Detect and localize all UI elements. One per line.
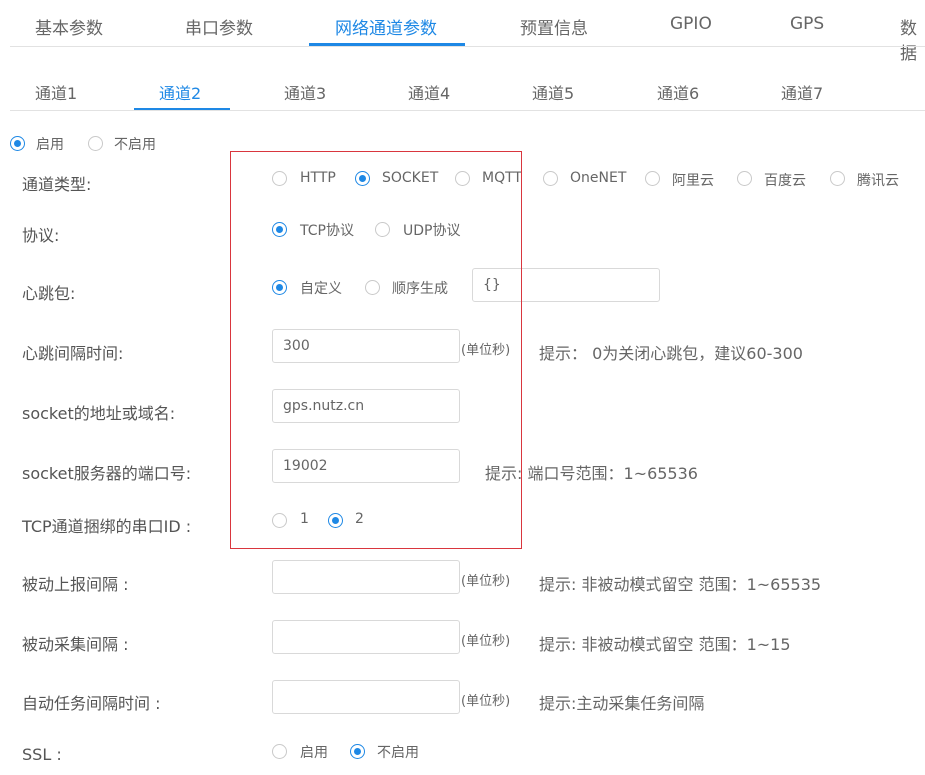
tab-data[interactable]: 数据 bbox=[900, 14, 925, 64]
heartbeat-interval-unit: (单位秒) bbox=[461, 343, 511, 358]
socket-host-label: socket的地址或域名: bbox=[22, 404, 176, 423]
channel-type-option: 阿里云 bbox=[672, 173, 714, 189]
top-tab-divider bbox=[10, 46, 925, 47]
passive-collect-unit: (单位秒) bbox=[461, 634, 511, 649]
channel-type-radio-socket[interactable] bbox=[355, 171, 370, 186]
channel-type-option: SOCKET bbox=[382, 170, 439, 186]
passive-collect-label: 被动采集间隔 : bbox=[22, 635, 129, 654]
auto-task-unit: (单位秒) bbox=[461, 694, 511, 709]
channel-type-option: OneNET bbox=[570, 170, 627, 186]
socket-port-input[interactable]: 19002 bbox=[272, 449, 460, 483]
enable-radio-on[interactable] bbox=[10, 136, 25, 151]
auto-task-hint: 提示:主动采集任务间隔 bbox=[539, 694, 705, 713]
tab-gpio[interactable]: GPIO bbox=[670, 14, 712, 34]
socket-host-input[interactable]: gps.nutz.cn bbox=[272, 389, 460, 423]
heartbeat-label: 心跳包: bbox=[22, 284, 76, 303]
heartbeat-content-input[interactable]: {} bbox=[472, 268, 660, 302]
passive-report-unit: (单位秒) bbox=[461, 574, 511, 589]
heartbeat-option: 自定义 bbox=[300, 281, 342, 297]
tab-basic-params[interactable]: 基本参数 bbox=[35, 14, 103, 39]
tab-gps[interactable]: GPS bbox=[790, 14, 824, 34]
tab-channel-1[interactable]: 通道1 bbox=[35, 80, 77, 104]
passive-report-hint: 提示: 非被动模式留空 范围：1~65535 bbox=[539, 575, 822, 594]
ssl-radio-off[interactable] bbox=[350, 744, 365, 759]
protocol-option: TCP协议 bbox=[300, 223, 354, 239]
channel-type-radio-aliyun[interactable] bbox=[645, 171, 660, 186]
ssl-radio-on[interactable] bbox=[272, 744, 287, 759]
channel-tab-divider bbox=[10, 110, 925, 111]
tab-preset-info[interactable]: 预置信息 bbox=[520, 14, 588, 39]
channel-type-option: MQTT bbox=[482, 170, 522, 186]
heartbeat-interval-hint: 提示： 0为关闭心跳包，建议60-300 bbox=[539, 344, 803, 363]
heartbeat-radio-sequence[interactable] bbox=[365, 280, 380, 295]
channel-type-label: 通道类型: bbox=[22, 175, 92, 194]
tcp-uart-id-option: 1 bbox=[300, 511, 309, 527]
tab-channel-7[interactable]: 通道7 bbox=[781, 80, 823, 104]
channel-type-radio-mqtt[interactable] bbox=[455, 171, 470, 186]
heartbeat-interval-input[interactable]: 300 bbox=[272, 329, 460, 363]
channel-type-option: 腾讯云 bbox=[857, 173, 899, 189]
protocol-label: 协议: bbox=[22, 226, 60, 245]
channel-type-option: 百度云 bbox=[764, 173, 806, 189]
channel-type-radio-baidu[interactable] bbox=[737, 171, 752, 186]
channel-type-radio-onenet[interactable] bbox=[543, 171, 558, 186]
passive-collect-hint: 提示: 非被动模式留空 范围：1~15 bbox=[539, 635, 791, 654]
ssl-label: SSL : bbox=[22, 745, 62, 764]
socket-port-label: socket服务器的端口号: bbox=[22, 464, 192, 483]
passive-report-label: 被动上报间隔 : bbox=[22, 575, 129, 594]
enable-off-label: 不启用 bbox=[114, 137, 156, 153]
active-channel-indicator bbox=[134, 108, 230, 110]
socket-port-hint: 提示: 端口号范围：1~65536 bbox=[485, 464, 698, 483]
channel-type-option: HTTP bbox=[300, 170, 336, 186]
tab-network-channel-params[interactable]: 网络通道参数 bbox=[335, 14, 437, 39]
heartbeat-radio-custom[interactable] bbox=[272, 280, 287, 295]
passive-report-input[interactable] bbox=[272, 560, 460, 594]
protocol-option: UDP协议 bbox=[403, 223, 461, 239]
tcp-uart-id-radio-1[interactable] bbox=[272, 513, 287, 528]
heartbeat-interval-label: 心跳间隔时间: bbox=[22, 344, 124, 363]
tab-serial-params[interactable]: 串口参数 bbox=[185, 14, 253, 39]
auto-task-input[interactable] bbox=[272, 680, 460, 714]
channel-type-radio-http[interactable] bbox=[272, 171, 287, 186]
active-tab-indicator bbox=[309, 43, 465, 46]
tcp-uart-id-radio-2[interactable] bbox=[328, 513, 343, 528]
enable-radio-off[interactable] bbox=[88, 136, 103, 151]
tab-channel-5[interactable]: 通道5 bbox=[532, 80, 574, 104]
ssl-option: 不启用 bbox=[377, 745, 419, 761]
auto-task-label: 自动任务间隔时间 : bbox=[22, 694, 161, 713]
tcp-uart-id-label: TCP通道捆绑的串口ID : bbox=[22, 517, 192, 536]
passive-collect-input[interactable] bbox=[272, 620, 460, 654]
tab-channel-2[interactable]: 通道2 bbox=[159, 80, 201, 104]
protocol-radio-udp[interactable] bbox=[375, 222, 390, 237]
tab-channel-6[interactable]: 通道6 bbox=[657, 80, 699, 104]
tab-channel-3[interactable]: 通道3 bbox=[284, 80, 326, 104]
ssl-option: 启用 bbox=[300, 745, 328, 761]
tab-channel-4[interactable]: 通道4 bbox=[408, 80, 450, 104]
enable-on-label: 启用 bbox=[36, 137, 64, 153]
heartbeat-option: 顺序生成 bbox=[392, 281, 448, 297]
tcp-uart-id-option: 2 bbox=[355, 511, 364, 527]
protocol-radio-tcp[interactable] bbox=[272, 222, 287, 237]
channel-type-radio-tencent[interactable] bbox=[830, 171, 845, 186]
